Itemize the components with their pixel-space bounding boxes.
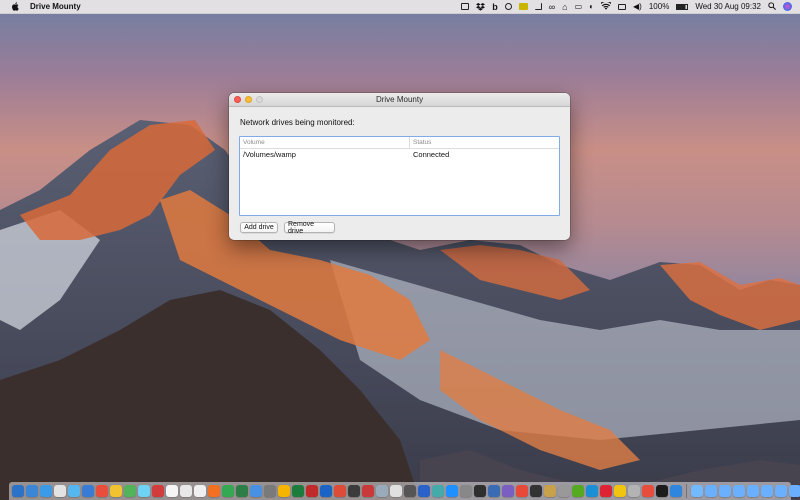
- folder-icon[interactable]: [518, 3, 528, 10]
- dock-app-icon[interactable]: [390, 485, 402, 497]
- dock-app-icon[interactable]: [418, 485, 430, 497]
- siri-icon[interactable]: [783, 2, 792, 11]
- dock-app-icon[interactable]: [460, 485, 472, 497]
- b-icon[interactable]: b: [492, 2, 498, 12]
- menu-bar: Drive Mounty b ∞ ⌂ ▭ ◐ ◀) 100% Wed 30 Au…: [0, 0, 800, 14]
- dock-app-icon[interactable]: [586, 485, 598, 497]
- status-area: b ∞ ⌂ ▭ ◐ ◀) 100% Wed 30 Aug 09:32: [461, 0, 792, 12]
- dock-app-icon[interactable]: [110, 485, 122, 497]
- dock-app-icon[interactable]: [488, 485, 500, 497]
- dock-app-icon[interactable]: [558, 485, 570, 497]
- dock-app-icon[interactable]: [775, 485, 787, 497]
- dock-app-icon[interactable]: [334, 485, 346, 497]
- title-bar[interactable]: Drive Mounty: [229, 93, 570, 107]
- table-row[interactable]: /Volumes/wamp Connected: [240, 149, 559, 160]
- dock-app-icon[interactable]: [670, 485, 682, 497]
- column-header-volume[interactable]: Volume: [240, 137, 410, 148]
- dock-app-icon[interactable]: [600, 485, 612, 497]
- dock-app-icon[interactable]: [642, 485, 654, 497]
- dock-app-icon[interactable]: [733, 485, 745, 497]
- dock-app-icon[interactable]: [747, 485, 759, 497]
- dock-app-icon[interactable]: [124, 485, 136, 497]
- infinity-icon[interactable]: ∞: [549, 2, 555, 12]
- sound-icon[interactable]: ◐: [589, 2, 594, 11]
- clock[interactable]: Wed 30 Aug 09:32: [695, 2, 761, 11]
- dock-app-icon[interactable]: [250, 485, 262, 497]
- dock-app-icon[interactable]: [222, 485, 234, 497]
- dock-app-icon[interactable]: [278, 485, 290, 497]
- dock-app-icon[interactable]: [152, 485, 164, 497]
- dock-app-icon[interactable]: [656, 485, 668, 497]
- dock-app-icon[interactable]: [572, 485, 584, 497]
- dock-separator: [686, 484, 687, 498]
- bulb-icon[interactable]: [504, 3, 512, 10]
- airplay-icon[interactable]: [618, 3, 627, 10]
- dock-app-icon[interactable]: [614, 485, 626, 497]
- wallpaper-mountains: [0, 0, 800, 500]
- drive-icon[interactable]: [461, 3, 470, 10]
- dock-app-icon[interactable]: [306, 485, 318, 497]
- battery-percent: 100%: [648, 2, 670, 11]
- window-title: Drive Mounty: [375, 95, 424, 104]
- dock-app-icon[interactable]: [691, 485, 703, 497]
- drives-table[interactable]: Volume Status /Volumes/wamp Connected: [239, 136, 560, 216]
- dock-app-icon[interactable]: [180, 485, 192, 497]
- table-header: Volume Status: [240, 137, 559, 149]
- dock-app-icon[interactable]: [404, 485, 416, 497]
- apple-icon[interactable]: [11, 2, 20, 12]
- dock-app-icon[interactable]: [705, 485, 717, 497]
- app-menu-name[interactable]: Drive Mounty: [30, 2, 81, 11]
- dock-app-icon[interactable]: [362, 485, 374, 497]
- home-icon[interactable]: ⌂: [562, 2, 567, 12]
- dock-app-icon[interactable]: [502, 485, 514, 497]
- dock-app-icon[interactable]: [432, 485, 444, 497]
- remove-drive-button[interactable]: Remove drive: [284, 221, 335, 235]
- dock-app-icon[interactable]: [761, 485, 773, 497]
- dock-app-icon[interactable]: [96, 485, 108, 497]
- dock-app-icon[interactable]: [82, 485, 94, 497]
- dock-app-icon[interactable]: [719, 485, 731, 497]
- dock-app-icon[interactable]: [376, 485, 388, 497]
- dock: [9, 482, 800, 500]
- crop-icon[interactable]: [534, 3, 542, 10]
- dock-app-icon[interactable]: [54, 485, 66, 497]
- dock-app-icon[interactable]: [194, 485, 206, 497]
- dock-app-icon[interactable]: [320, 485, 332, 497]
- dock-app-icon[interactable]: [12, 485, 24, 497]
- volume-icon[interactable]: ◀): [633, 2, 642, 11]
- drive-mounty-window: Drive Mounty Network drives being monito…: [229, 93, 570, 240]
- cell-volume: /Volumes/wamp: [243, 150, 296, 159]
- dock-app-icon[interactable]: [40, 485, 52, 497]
- wifi-icon[interactable]: [600, 0, 612, 12]
- search-icon[interactable]: [768, 1, 776, 12]
- dock-app-icon[interactable]: [628, 485, 640, 497]
- text-icon[interactable]: ▭: [575, 2, 583, 11]
- battery-icon[interactable]: [676, 3, 689, 10]
- dock-app-icon[interactable]: [26, 485, 38, 497]
- column-header-status[interactable]: Status: [410, 137, 559, 148]
- cell-status: Connected: [413, 150, 450, 159]
- monitored-drives-label: Network drives being monitored:: [240, 118, 355, 127]
- add-drive-button[interactable]: Add drive: [240, 222, 278, 233]
- dock-app-icon[interactable]: [474, 485, 486, 497]
- dock-app-icon[interactable]: [292, 485, 304, 497]
- dock-app-icon[interactable]: [264, 485, 276, 497]
- dock-app-icon[interactable]: [208, 485, 220, 497]
- dock-app-icon[interactable]: [166, 485, 178, 497]
- dock-app-icon[interactable]: [789, 485, 800, 497]
- dock-app-icon[interactable]: [236, 485, 248, 497]
- dock-app-icon[interactable]: [446, 485, 458, 497]
- dock-app-icon[interactable]: [530, 485, 542, 497]
- dropbox-icon[interactable]: [476, 2, 486, 11]
- dock-app-icon[interactable]: [516, 485, 528, 497]
- desktop: Drive Mounty b ∞ ⌂ ▭ ◐ ◀) 100% Wed 30 Au…: [0, 0, 800, 500]
- dock-app-icon[interactable]: [138, 485, 150, 497]
- dock-app-icon[interactable]: [544, 485, 556, 497]
- dock-app-icon[interactable]: [348, 485, 360, 497]
- dock-app-icon[interactable]: [68, 485, 80, 497]
